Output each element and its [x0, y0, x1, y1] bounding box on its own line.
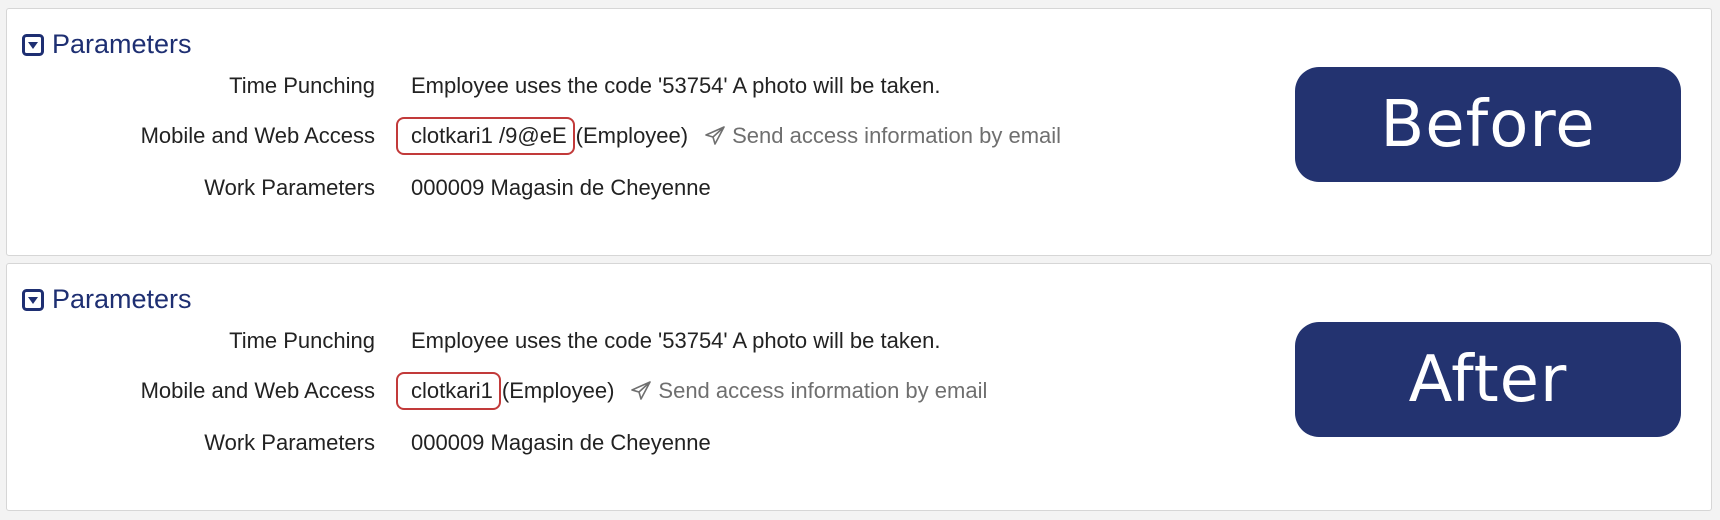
- section-title: Parameters: [52, 29, 192, 59]
- work-parameters-value: 000009 Magasin de Cheyenne: [411, 430, 711, 455]
- work-parameters-value: 000009 Magasin de Cheyenne: [411, 175, 711, 200]
- time-punching-label: Time Punching: [229, 328, 375, 353]
- access-role: (Employee): [501, 378, 615, 403]
- work-parameters-row: Work Parameters 000009 Magasin de Cheyen…: [7, 426, 711, 460]
- mobile-access-row: Mobile and Web Access clotkari1 (Employe…: [7, 372, 987, 410]
- work-parameters-row: Work Parameters 000009 Magasin de Cheyen…: [7, 171, 711, 205]
- parameters-panel-before: Parameters Time Punching Employee uses t…: [6, 8, 1712, 256]
- time-punching-row: Time Punching Employee uses the code '53…: [7, 69, 940, 103]
- mobile-access-row: Mobile and Web Access clotkari1 /9@eE (E…: [7, 117, 1061, 155]
- send-access-email-label: Send access information by email: [658, 378, 988, 403]
- access-role: (Employee): [575, 123, 689, 148]
- caret-down-square-icon[interactable]: [22, 288, 44, 311]
- caret-down-square-icon[interactable]: [22, 33, 44, 56]
- parameters-section-toggle[interactable]: Parameters: [22, 29, 192, 60]
- before-badge: Before: [1295, 67, 1681, 182]
- paper-plane-icon: [704, 125, 726, 147]
- send-access-email-link[interactable]: Send access information by email: [630, 378, 987, 404]
- time-punching-label: Time Punching: [229, 73, 375, 98]
- paper-plane-icon: [630, 380, 652, 402]
- work-parameters-label: Work Parameters: [204, 175, 375, 200]
- section-title: Parameters: [52, 284, 192, 314]
- parameters-panel-after: Parameters Time Punching Employee uses t…: [6, 263, 1712, 511]
- mobile-access-label: Mobile and Web Access: [140, 378, 375, 403]
- send-access-email-label: Send access information by email: [732, 123, 1062, 148]
- time-punching-value: Employee uses the code '53754' A photo w…: [411, 73, 941, 98]
- access-username: clotkari1 /9@eE: [396, 117, 575, 155]
- time-punching-row: Time Punching Employee uses the code '53…: [7, 324, 940, 358]
- after-badge: After: [1295, 322, 1681, 437]
- access-username: clotkari1: [396, 372, 501, 410]
- work-parameters-label: Work Parameters: [204, 430, 375, 455]
- mobile-access-label: Mobile and Web Access: [140, 123, 375, 148]
- parameters-section-toggle[interactable]: Parameters: [22, 284, 192, 315]
- time-punching-value: Employee uses the code '53754' A photo w…: [411, 328, 941, 353]
- send-access-email-link[interactable]: Send access information by email: [704, 123, 1061, 149]
